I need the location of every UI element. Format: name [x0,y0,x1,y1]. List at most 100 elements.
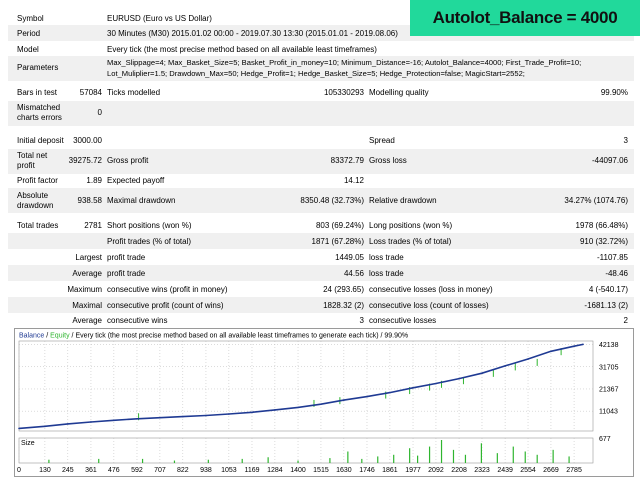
balance-point [182,415,184,418]
netprofit-label-line-2: profit [17,161,35,170]
absolute-drawdown-label-line-2: drawdown [17,201,54,210]
netprofit-value: 39275.72 [68,156,102,165]
y-tick-label: 31705 [599,364,619,371]
balance-point [366,395,368,398]
x-tick-label: 1630 [336,467,352,474]
period-value: 30 Minutes (M30) 2015.01.02 00:00 - 2019… [107,29,398,38]
balance-line [18,343,584,430]
expected-payoff-label: Expected payoff [107,176,165,185]
balance-point [389,391,391,394]
mismatch-label-line-2: charts errors [17,113,62,122]
expected-payoff-value: 14.12 [343,176,364,185]
report-table: Symbol EURUSD (Euro vs US Dollar) Period… [0,0,640,328]
absolute-drawdown-value: 938.58 [77,196,102,205]
balance-point [18,427,20,430]
balance-point [412,387,414,389]
loss-trades-value: 910 (32.72%) [579,237,628,246]
ticks-label: Ticks modelled [107,88,161,97]
balance-point [573,345,575,347]
x-tick-label: 1284 [267,467,283,474]
maximal-label: Maximal [72,301,102,310]
y-tick-label: 21367 [599,386,619,393]
bars-value: 57084 [79,88,102,97]
balance-chart-panel: Balance / Equity / Every tick (the most … [14,328,634,477]
x-tick-label: 1977 [405,467,421,474]
average-label: Average [72,269,102,278]
mismatch-value: 0 [97,108,102,117]
loss-trades-label: Loss trades (% of total) [369,237,452,246]
average-consecutive-losses-value: 2 [623,316,628,325]
balance-point [582,343,584,346]
netprofit-label-line-1: Total net [17,151,48,160]
x-tick-label: 0 [17,467,21,474]
model-value: Every tick (the most precise method base… [107,45,377,54]
maximal-drawdown-value: 8350.48 (32.73%) [300,196,364,205]
deposit-value: 3000.00 [73,136,102,145]
x-tick-label: 1861 [382,467,398,474]
absolute-drawdown-label-line-1: Absolute [17,191,49,200]
x-tick-label: 1169 [244,467,259,474]
relative-drawdown-label: Relative drawdown [369,196,437,205]
ticks-value: 105330293 [323,88,364,97]
chart-legend: Balance / Equity / Every tick (the most … [19,333,408,340]
autolot-balance-banner: Autolot_Balance = 4000 [410,0,640,36]
parameters-line-2: Lot_Muliplier=1.5; Drawdown_Max=50; Hedg… [107,69,525,78]
maximal-consecutive-profit-label: consecutive profit (count of wins) [107,301,224,310]
average-consecutive-label: Average [72,316,102,325]
balance-point [458,377,460,380]
x-tick-label: 476 [108,467,120,474]
balance-point [113,419,115,422]
spread-label: Spread [369,136,395,145]
balance-point [504,365,506,367]
maximal-consecutive-loss-label: consecutive loss (count of losses) [369,301,489,310]
max-consecutive-losses-value: 4 (-540.17) [588,285,628,294]
x-tick-label: 361 [85,467,97,474]
average-consecutive-losses-label: consecutive losses [369,316,437,325]
balance-point [44,425,46,428]
short-positions-value: 803 (69.24%) [315,221,364,230]
x-tick-label: 592 [131,467,143,474]
legend-description: / Every tick (the most precise method ba… [70,333,409,340]
balance-point [90,421,92,423]
balance-point [251,411,253,414]
maximal-consecutive-profit-value: 1828.32 (2) [323,301,364,310]
symbol-value: EURUSD (Euro vs US Dollar) [107,14,212,23]
average-profit-trade-label: profit trade [107,269,146,278]
average-profit-trade-value: 44.56 [343,269,364,278]
legend-balance: Balance [19,333,44,340]
average-loss-trade-value: -48.46 [605,269,628,278]
x-tick-label: 2208 [451,467,467,474]
x-tick-label: 1746 [359,467,375,474]
quality-value: 99.90% [600,88,628,97]
average-loss-trade-label: loss trade [369,269,404,278]
x-tick-label: 245 [62,467,74,474]
x-tick-label: 2439 [497,467,513,474]
grossprofit-label: Gross profit [107,156,149,165]
maximum-label: Maximum [67,285,102,294]
largest-loss-trade-label: loss trade [369,253,404,262]
long-positions-value: 1978 (66.48%) [575,221,628,230]
bars-label: Bars in test [17,88,58,97]
size-y-tick-label: 677 [599,436,611,443]
x-tick-label: 2669 [543,467,559,474]
largest-label: Largest [75,253,102,262]
x-tick-label: 707 [154,467,166,474]
balance-point [274,409,276,411]
size-panel-label: Size [21,440,35,447]
y-tick-label: 11043 [599,409,618,416]
long-positions-label: Long positions (won %) [369,221,453,230]
parameters-line-1: Max_Slippage=4; Max_Basket_Size=5; Baske… [107,58,582,67]
grossprofit-value: 83372.79 [330,156,364,165]
x-tick-label: 2092 [428,467,444,474]
max-consecutive-wins-label: consecutive wins (profit in money) [107,285,228,294]
max-consecutive-losses-label: consecutive losses (loss in money) [369,285,493,294]
balance-point [527,358,529,360]
model-label: Model [17,45,39,54]
x-tick-label: 2323 [474,467,490,474]
balance-point [136,417,138,420]
largest-profit-trade-label: profit trade [107,253,146,262]
grossloss-label: Gross loss [369,156,407,165]
short-positions-label: Short positions (won %) [107,221,192,230]
x-tick-label: 2785 [566,467,582,474]
relative-drawdown-value: 34.27% (1074.76) [564,196,628,205]
